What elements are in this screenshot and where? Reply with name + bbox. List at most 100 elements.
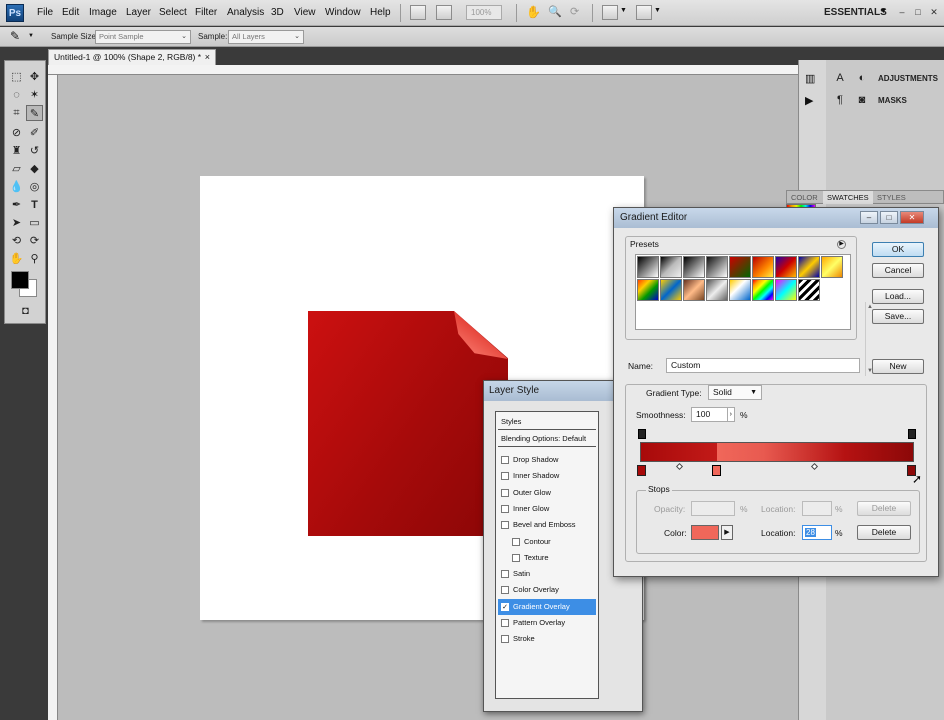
presets-menu-icon[interactable]: ▶ xyxy=(837,240,846,249)
menu-view[interactable]: View xyxy=(294,7,316,18)
screen-mode-icon[interactable] xyxy=(636,5,652,20)
layer-style-item[interactable]: Inner Glow xyxy=(498,501,596,517)
foreground-color-swatch[interactable] xyxy=(11,271,29,289)
sample-select[interactable]: All Layers ⌄ xyxy=(228,30,304,44)
move-tool-icon[interactable]: ✥ xyxy=(26,69,43,85)
opacity-location-input[interactable] xyxy=(802,501,832,516)
pen-tool-icon[interactable]: ✒ xyxy=(8,197,25,213)
preset-swatch[interactable] xyxy=(775,279,797,301)
color-menu-arrow-icon[interactable]: ▶ xyxy=(721,525,733,540)
checkbox[interactable] xyxy=(501,635,509,644)
preset-swatch[interactable] xyxy=(706,279,728,301)
menu-file[interactable]: File xyxy=(37,7,53,18)
healing-brush-tool-icon[interactable]: ⊘ xyxy=(8,125,25,141)
zoom-level-field[interactable]: 100% xyxy=(466,5,502,20)
vertical-ruler[interactable] xyxy=(48,75,58,720)
preset-swatch[interactable] xyxy=(683,279,705,301)
path-selection-tool-icon[interactable]: ➤ xyxy=(8,215,25,231)
menu-analysis[interactable]: Analysis xyxy=(227,7,264,18)
layer-style-item[interactable]: Satin xyxy=(498,566,596,582)
minimize-button[interactable]: – xyxy=(860,211,878,224)
preset-swatch[interactable] xyxy=(660,256,682,278)
history-panel-icon[interactable]: ▥ xyxy=(805,72,815,85)
rotate-view-icon[interactable]: ⟳ xyxy=(570,5,579,18)
preset-swatch[interactable] xyxy=(821,256,843,278)
menu-3d[interactable]: 3D xyxy=(271,7,284,18)
checkbox[interactable] xyxy=(501,472,509,481)
save-button[interactable]: Save... xyxy=(872,309,924,324)
checkbox[interactable] xyxy=(501,521,509,530)
menu-window[interactable]: Window xyxy=(325,7,361,18)
color-delete-button[interactable]: Delete xyxy=(857,525,911,540)
preset-swatch[interactable] xyxy=(683,256,705,278)
crop-tool-icon[interactable]: ⌗ xyxy=(8,105,25,121)
eyedropper-tool-icon[interactable]: ✎ xyxy=(26,105,43,121)
checkbox[interactable] xyxy=(501,586,509,595)
close-button[interactable]: ✕ xyxy=(928,6,940,18)
menu-help[interactable]: Help xyxy=(370,7,391,18)
adjustments-panel-row[interactable]: A ◐ ADJUSTMENTS xyxy=(826,68,944,90)
preset-swatch[interactable] xyxy=(729,256,751,278)
checkbox[interactable] xyxy=(501,488,509,497)
eraser-tool-icon[interactable]: ▱ xyxy=(8,161,25,177)
brush-tool-icon[interactable]: ✐ xyxy=(26,125,43,141)
preset-swatch[interactable] xyxy=(637,279,659,301)
layer-style-item[interactable]: Color Overlay xyxy=(498,582,596,598)
preset-swatch[interactable] xyxy=(798,279,820,301)
gradient-preview-bar[interactable] xyxy=(640,442,914,462)
color-location-input[interactable]: 28 xyxy=(802,525,832,540)
blur-tool-icon[interactable]: 💧 xyxy=(8,179,25,195)
eyedropper-tool-icon[interactable]: ✎ xyxy=(10,29,20,43)
layer-style-item[interactable]: Outer Glow xyxy=(498,485,596,501)
load-button[interactable]: Load... xyxy=(872,289,924,304)
chevron-right-icon[interactable]: › xyxy=(726,408,732,421)
close-button[interactable]: ✕ xyxy=(900,211,924,224)
opacity-input[interactable] xyxy=(691,501,735,516)
color-stop[interactable] xyxy=(637,465,646,476)
tab-styles[interactable]: STYLES xyxy=(873,191,910,204)
horizontal-ruler[interactable] xyxy=(48,65,798,75)
sample-size-select[interactable]: Point Sample ⌄ xyxy=(95,30,191,44)
actions-panel-icon[interactable]: ▶ xyxy=(805,94,813,107)
opacity-stop-left[interactable] xyxy=(638,429,646,439)
preset-swatch[interactable] xyxy=(706,256,728,278)
preset-swatch[interactable] xyxy=(798,256,820,278)
lasso-tool-icon[interactable]: ◌ xyxy=(8,87,25,103)
tab-color[interactable]: COLOR xyxy=(787,191,822,204)
blending-options-header[interactable]: Blending Options: Default xyxy=(498,431,596,447)
paragraph-panel-icon[interactable]: ¶ xyxy=(832,93,848,108)
menu-layer[interactable]: Layer xyxy=(126,7,151,18)
menu-image[interactable]: Image xyxy=(89,7,117,18)
preset-swatch[interactable] xyxy=(752,279,774,301)
menu-filter[interactable]: Filter xyxy=(195,7,217,18)
close-icon[interactable]: × xyxy=(205,50,210,65)
marquee-tool-icon[interactable]: ⬚ xyxy=(8,69,25,85)
preset-swatch[interactable] xyxy=(660,279,682,301)
menu-edit[interactable]: Edit xyxy=(62,7,79,18)
preset-swatch[interactable] xyxy=(637,256,659,278)
color-stop-selected[interactable] xyxy=(712,465,721,476)
character-panel-icon[interactable]: A xyxy=(832,71,848,86)
layer-style-item[interactable]: Drop Shadow xyxy=(498,452,596,468)
chevron-down-icon[interactable]: ▼ xyxy=(28,33,34,39)
maximize-button[interactable]: □ xyxy=(912,6,924,18)
masks-panel-row[interactable]: ¶ ◙ MASKS xyxy=(826,90,944,112)
3d-rotate-tool-icon[interactable]: ⟲ xyxy=(8,233,25,249)
checkbox[interactable] xyxy=(501,570,509,579)
layer-style-item[interactable]: Stroke xyxy=(498,631,596,647)
zoom-tool-icon[interactable]: 🔍 xyxy=(548,5,562,18)
history-brush-tool-icon[interactable]: ↺ xyxy=(26,143,43,159)
view-extras-icon[interactable] xyxy=(436,5,452,20)
paint-bucket-tool-icon[interactable]: ◆ xyxy=(26,161,43,177)
shape-tool-icon[interactable]: ▭ xyxy=(26,215,43,231)
new-button[interactable]: New xyxy=(872,359,924,374)
layer-style-item[interactable]: Texture xyxy=(498,550,596,566)
styles-header[interactable]: Styles xyxy=(498,414,596,430)
checkbox[interactable] xyxy=(501,504,509,513)
checkbox[interactable] xyxy=(501,456,509,464)
workspace-switcher[interactable]: ESSENTIALS xyxy=(824,7,887,18)
checkbox[interactable]: ✓ xyxy=(501,602,509,611)
document-tab[interactable]: Untitled-1 @ 100% (Shape 2, RGB/8) * × xyxy=(48,49,216,65)
cancel-button[interactable]: Cancel xyxy=(872,263,924,278)
tab-swatches[interactable]: SWATCHES xyxy=(823,191,873,204)
